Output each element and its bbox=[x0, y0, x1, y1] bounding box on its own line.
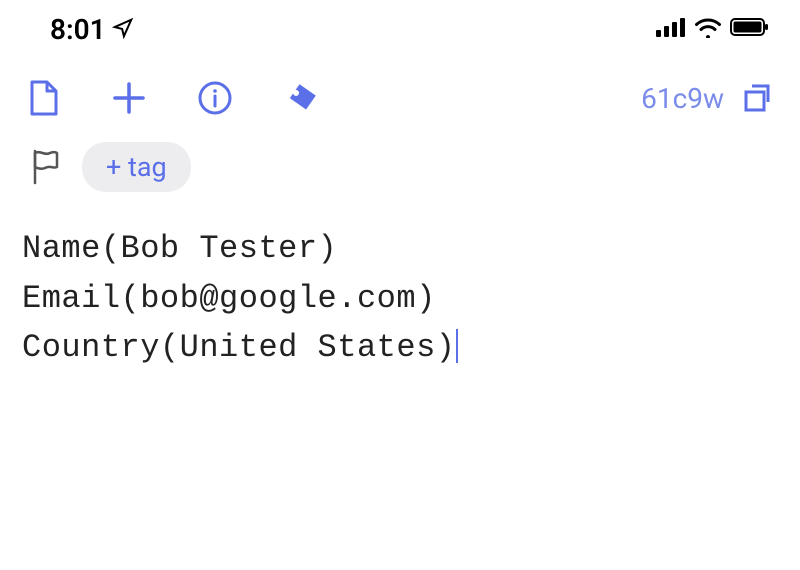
location-icon bbox=[112, 13, 134, 46]
status-bar: 8:01 bbox=[0, 0, 800, 54]
status-time: 8:01 bbox=[50, 13, 106, 46]
status-time-group: 8:01 bbox=[50, 13, 134, 46]
toolbar-left bbox=[26, 78, 322, 118]
info-button[interactable] bbox=[196, 79, 234, 117]
copy-button[interactable] bbox=[742, 82, 774, 114]
status-indicators bbox=[656, 16, 770, 42]
toolbar: 61c9w bbox=[0, 54, 800, 134]
cellular-icon bbox=[656, 17, 686, 41]
battery-icon bbox=[730, 17, 770, 41]
add-button[interactable] bbox=[110, 79, 148, 117]
wifi-icon bbox=[694, 16, 722, 42]
flag-icon[interactable] bbox=[28, 147, 62, 187]
toolbar-right: 61c9w bbox=[641, 82, 774, 115]
document-id: 61c9w bbox=[641, 82, 724, 115]
new-document-button[interactable] bbox=[26, 78, 62, 118]
content-line-2: Email(bob@google.com) bbox=[22, 280, 436, 317]
content-line-3: Country(United States) bbox=[22, 329, 455, 366]
content-line-1: Name(Bob Tester) bbox=[22, 230, 337, 267]
tag-button[interactable] bbox=[282, 78, 322, 118]
add-tag-button[interactable]: + tag bbox=[82, 142, 191, 192]
text-cursor bbox=[456, 329, 458, 363]
editor-content[interactable]: Name(Bob Tester) Email(bob@google.com) C… bbox=[0, 210, 800, 387]
tag-row: + tag bbox=[0, 134, 800, 210]
